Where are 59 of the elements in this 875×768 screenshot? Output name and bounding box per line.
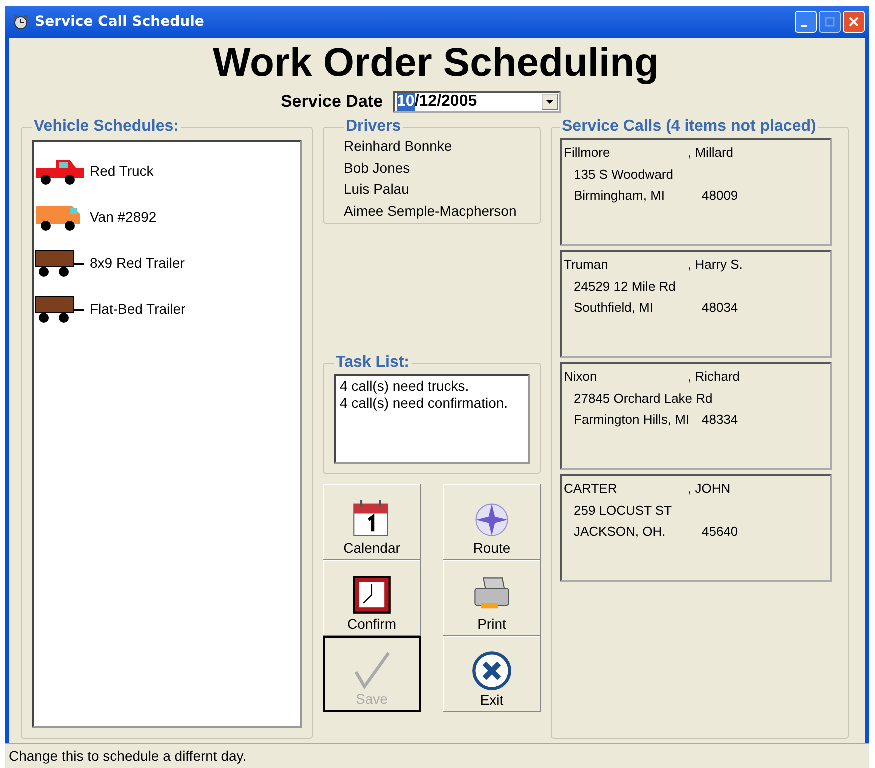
toolbar-button[interactable]: Print [443, 560, 541, 636]
street-address: 27845 Orchard Lake Rd [574, 390, 713, 408]
service-call-card[interactable]: Fillmore , Millard 135 S Woodward Birmingham, MI 48009 [560, 138, 832, 246]
driver-name[interactable]: Aimee Semple-Macpherson [344, 200, 530, 222]
vehicle-name[interactable]: 8x9 Red Trailer [90, 255, 185, 271]
trailer-icon [34, 294, 86, 324]
last-name: Nixon [564, 368, 598, 386]
driver-name[interactable]: Luis Palau [344, 179, 530, 200]
vehicle-name[interactable]: Red Truck [90, 163, 154, 179]
zip-code: 45640 [702, 523, 738, 541]
first-name: , Millard [688, 144, 734, 162]
city-state: Birmingham, MI [574, 187, 666, 205]
minimize-icon [801, 25, 807, 27]
street-address: 24529 12 Mile Rd [574, 278, 676, 296]
zip-code: 48334 [702, 411, 738, 429]
group-title: Service Calls (4 items not placed) [561, 118, 818, 136]
task-item: 4 call(s) need confirmation. [340, 395, 510, 412]
driver-name[interactable]: Reinhard Bonnke [344, 136, 530, 158]
first-name: , JOHN [688, 480, 731, 498]
toolbar-button[interactable]: Exit [443, 636, 541, 712]
close-icon [849, 17, 859, 27]
status-bar-text: Change this to schedule a differnt day. [5, 743, 869, 768]
close-button[interactable] [843, 11, 865, 33]
street-address: 259 LOCUST ST [574, 502, 672, 520]
driver-name[interactable]: Bob Jones [344, 158, 530, 179]
window-title: Service Call Schedule [35, 14, 206, 30]
group-title: Vehicle Schedules: [33, 118, 180, 136]
vehicle-name[interactable]: Flat-Bed Trailer [90, 301, 186, 317]
city-state: Southfield, MI [574, 299, 654, 317]
service-date-label: Service Date [280, 92, 384, 112]
last-name: Truman [564, 256, 610, 274]
service-call-card[interactable]: Nixon , Richard 27845 Orchard Lake Rd Farmington Hills, MI 48334 [560, 362, 832, 470]
group-title: Task List: [335, 354, 410, 372]
first-name: , Richard [688, 368, 740, 386]
maximize-button[interactable] [819, 11, 841, 33]
city-state: JACKSON, OH. [574, 523, 667, 541]
close-icon [471, 650, 513, 692]
group-title: Drivers [345, 118, 402, 136]
task-item: 4 call(s) need trucks. [340, 378, 470, 395]
last-name: Fillmore [564, 144, 612, 162]
zip-code: 48034 [702, 299, 738, 317]
first-name: , Harry S. [688, 256, 743, 274]
trailer-icon [34, 248, 86, 278]
service-call-card[interactable]: Truman , Harry S. 24529 12 Mile Rd Southfield, MI 48034 [560, 250, 832, 358]
street-address: 135 S Woodward [574, 166, 674, 184]
zip-code: 48009 [702, 187, 738, 205]
toolbar-button[interactable]: Route [443, 484, 541, 560]
last-name: CARTER [564, 480, 618, 498]
city-state: Farmington Hills, MI [574, 411, 691, 429]
minimize-button[interactable] [795, 11, 817, 33]
service-call-card[interactable]: CARTER , JOHN 259 LOCUST ST JACKSON, OH. 45640 [560, 474, 832, 582]
service-date-picker[interactable]: 10/12/2005 [393, 91, 562, 113]
vehicle-name[interactable]: Van #2892 [90, 209, 157, 225]
toolbar-button[interactable]: Confirm [323, 560, 421, 636]
maximize-icon [825, 17, 835, 27]
clock-icon [351, 574, 393, 616]
toolbar-button[interactable]: Calendar [323, 484, 421, 560]
alarm-clock-icon [13, 14, 29, 30]
page-heading: Work Order Scheduling [212, 40, 660, 86]
